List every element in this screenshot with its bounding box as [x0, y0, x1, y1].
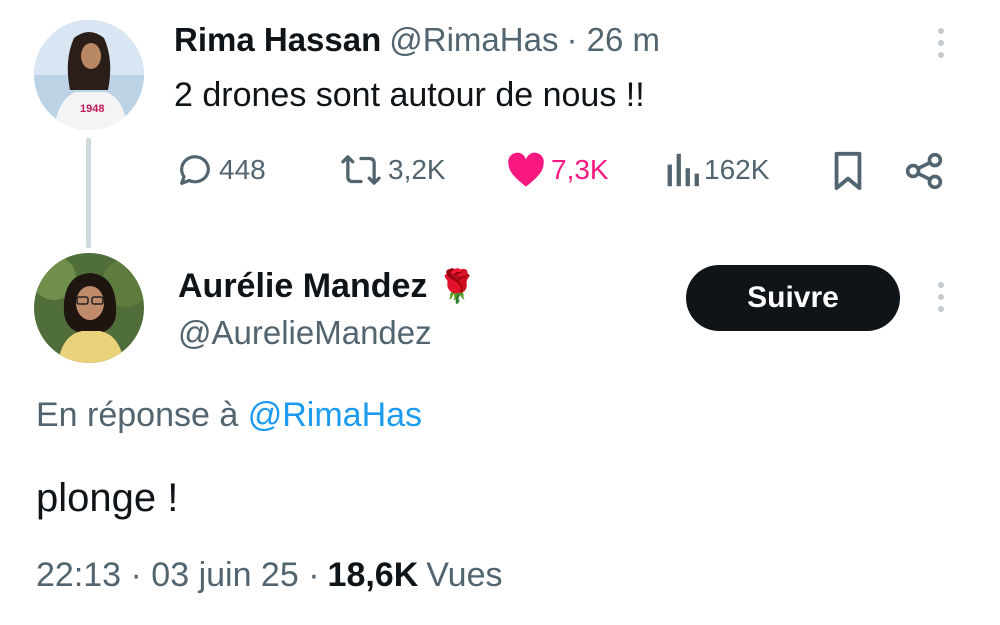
tweet-timestamp[interactable]: 22:13 · 03 juin 25 · [36, 556, 320, 595]
reply-action[interactable]: 448 [175, 150, 266, 190]
thread-line [86, 138, 91, 248]
like-action[interactable]: 7,3K [505, 150, 609, 190]
reply-icon [180, 155, 210, 185]
post-time[interactable]: · 26 m [566, 21, 660, 59]
tweet-meta: 22:13 · 03 juin 25 · 18,6K Vues [36, 556, 503, 595]
views-action[interactable]: 162K [664, 150, 769, 190]
reply-tweet-text: plonge ! [36, 476, 179, 520]
repost-icon [341, 155, 381, 185]
parent-tweet-header: Rima Hassan @RimaHas · 26 m [174, 18, 660, 62]
like-count: 7,3K [551, 154, 609, 185]
tweet-views-count: 18,6K [327, 556, 419, 594]
author-name[interactable]: Rima Hassan [174, 21, 381, 59]
repost-count: 3,2K [388, 154, 446, 185]
share-button[interactable] [904, 150, 944, 197]
rose-emoji-icon: 🌹 [437, 267, 478, 305]
reply-author-row: Aurélie Mandez 🌹 [178, 262, 477, 310]
reply-prefix: En réponse à [36, 396, 239, 434]
author-handle[interactable]: @RimaHas [389, 21, 558, 59]
reply-count: 448 [219, 154, 266, 185]
reply-author-name[interactable]: Aurélie Mandez [178, 267, 427, 306]
views-count: 162K [704, 154, 770, 185]
share-icon [905, 152, 943, 190]
more-icon[interactable] [936, 282, 946, 312]
bookmark-button[interactable] [830, 150, 866, 197]
avatar-aurelie[interactable] [34, 253, 144, 363]
bookmark-icon [834, 151, 862, 191]
avatar-rima[interactable]: 1948 [34, 20, 144, 130]
more-icon[interactable] [936, 28, 946, 58]
reply-to-handle[interactable]: @RimaHas [248, 396, 422, 434]
heart-icon [508, 152, 544, 187]
repost-action[interactable]: 3,2K [338, 150, 446, 190]
tweet-views-label: Vues [426, 556, 503, 594]
follow-button[interactable]: Suivre [686, 265, 900, 331]
views-icon [667, 153, 699, 187]
avatar-shirt-text: 1948 [80, 103, 104, 115]
reply-context: En réponse à @RimaHas [36, 396, 422, 435]
parent-tweet-text: 2 drones sont autour de nous !! [174, 76, 645, 114]
reply-author-handle[interactable]: @AurelieMandez [178, 314, 432, 352]
